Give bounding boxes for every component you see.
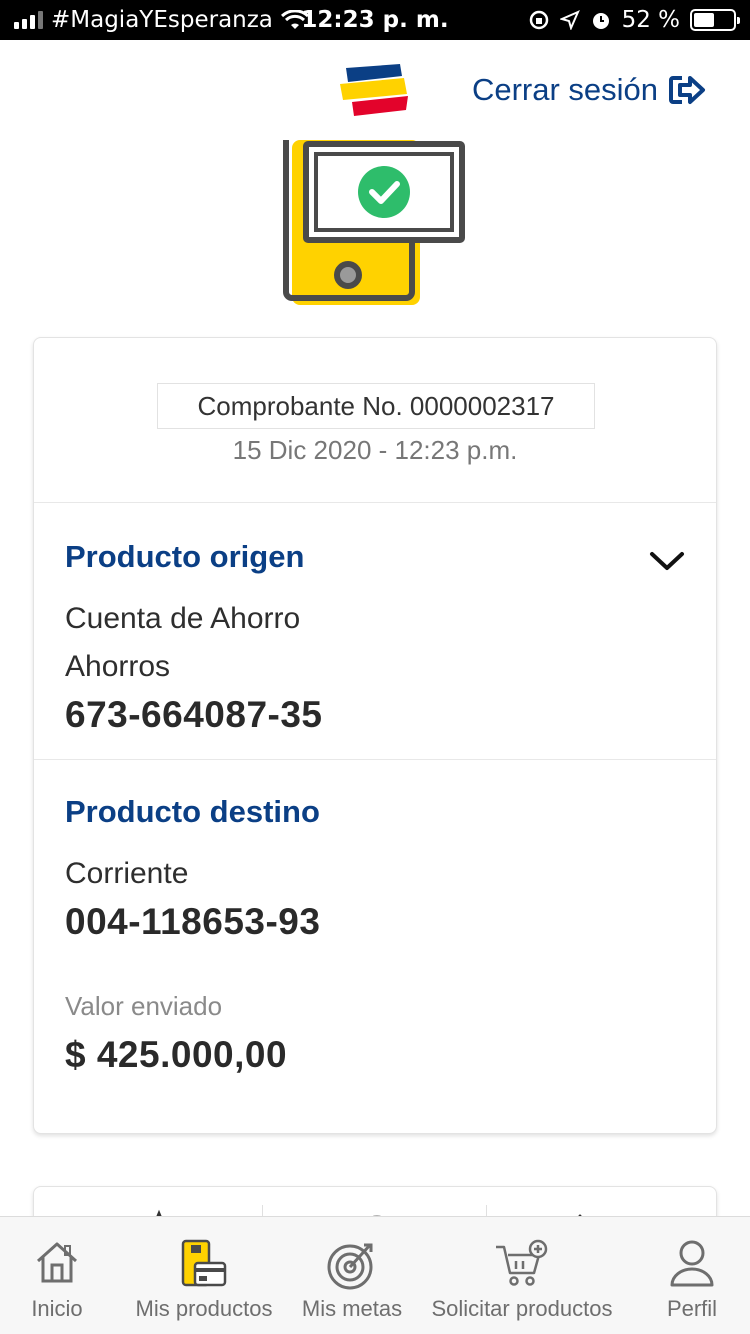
transfer-receipt-screen: #MagiaYEsperanza 12:23 p. m. 52 % Cerrar… [0, 0, 750, 1334]
tab-mis-productos[interactable]: Mis productos [114, 1217, 294, 1334]
divider [34, 502, 716, 503]
tab-perfil[interactable]: Perfil [634, 1217, 750, 1334]
logout-label: Cerrar sesión [471, 72, 658, 107]
amount-value: $ 425.000,00 [65, 1034, 288, 1075]
products-icon [181, 1239, 227, 1287]
target-icon [327, 1243, 373, 1290]
carrier-name: #MagiaYEsperanza [51, 7, 273, 33]
receipt-datetime: 15 Dic 2020 - 12:23 p.m. [232, 435, 518, 465]
origin-product-name: Cuenta de Ahorro [65, 602, 301, 635]
tab-label: Mis metas [301, 1296, 403, 1321]
destination-account-number: 004-118653-93 [65, 901, 321, 942]
logout-button[interactable]: Cerrar sesión [472, 72, 706, 108]
origin-product-type: Ahorros [65, 650, 171, 683]
amount-label: Valor enviado [65, 991, 223, 1021]
signal-icon [14, 11, 43, 29]
tab-mis-metas[interactable]: Mis metas [294, 1217, 410, 1334]
location-icon [559, 10, 580, 30]
user-icon [670, 1240, 714, 1287]
orientation-lock-icon [529, 10, 548, 30]
cart-icon [496, 1239, 548, 1286]
origin-title: Producto origen [65, 539, 305, 574]
tab-label: Perfil [666, 1296, 718, 1321]
divider [34, 759, 716, 760]
header: Cerrar sesión [0, 40, 750, 140]
chevron-down-icon[interactable] [647, 546, 687, 576]
battery-level [694, 13, 714, 27]
tab-label: Solicitar productos [431, 1296, 613, 1321]
logout-icon [669, 76, 705, 104]
tab-label: Mis productos [135, 1296, 273, 1321]
tab-inicio[interactable]: Inicio [0, 1217, 114, 1334]
bank-logo [340, 64, 408, 116]
status-right: 52 % [528, 7, 740, 33]
destination-title: Producto destino [65, 794, 320, 829]
home-icon [36, 1242, 78, 1283]
status-left: #MagiaYEsperanza [14, 7, 309, 33]
origin-account-number: 673-664087-35 [65, 694, 323, 735]
receipt-number: Comprobante No. 0000002317 [157, 383, 595, 429]
status-bar: #MagiaYEsperanza 12:23 p. m. 52 % [0, 0, 750, 40]
transfer-success-illustration [283, 140, 465, 305]
receipt-card: Comprobante No. 0000002317 15 Dic 2020 -… [33, 337, 717, 1134]
wifi-icon [280, 10, 309, 29]
alarm-icon [592, 13, 609, 29]
bottom-tab-bar: Inicio Mis productos Mis metas Solicitar… [0, 1216, 750, 1334]
battery-icon [690, 9, 740, 31]
battery-percent: 52 % [621, 7, 680, 33]
destination-product-type: Corriente [65, 857, 189, 890]
tab-label: Inicio [31, 1296, 83, 1321]
tab-solicitar-productos[interactable]: Solicitar productos [410, 1217, 634, 1334]
